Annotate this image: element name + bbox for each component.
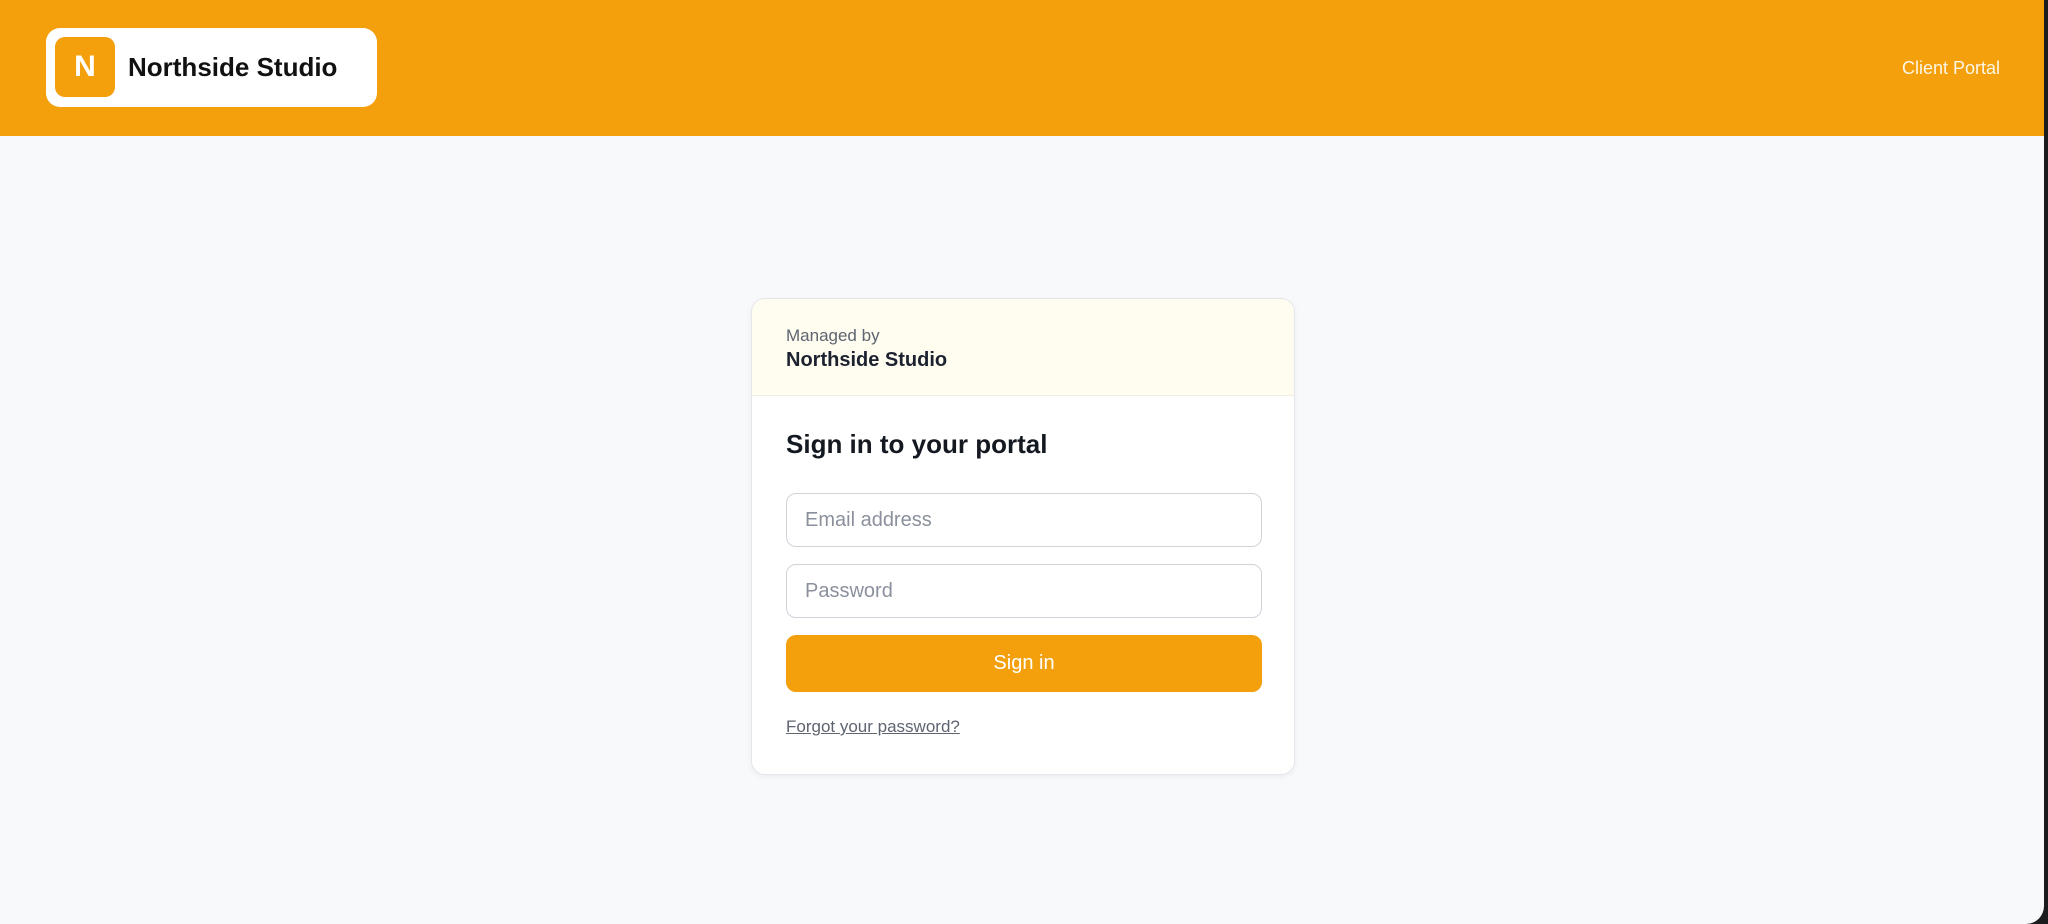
email-field[interactable]: [786, 493, 1262, 547]
forgot-password-link[interactable]: Forgot your password?: [786, 717, 960, 737]
managed-by-label: Managed by: [786, 326, 880, 345]
sign-in-card: Managed by Northside Studio Sign in to y…: [751, 298, 1295, 775]
managed-by-panel: Managed by Northside Studio: [752, 299, 1294, 396]
page-title: Sign in to your portal: [786, 429, 1048, 459]
password-field[interactable]: [786, 564, 1262, 618]
brand-mark-icon: N: [55, 37, 115, 97]
brand-name: Northside Studio: [128, 52, 338, 82]
sign-in-button[interactable]: Sign in: [786, 635, 1262, 692]
managed-by-name: Northside Studio: [786, 349, 948, 371]
top-bar: N Northside Studio Client Portal: [0, 0, 2044, 136]
browser-viewport: N Northside Studio Client Portal Managed…: [0, 0, 2044, 924]
brand-logo[interactable]: N Northside Studio: [46, 28, 377, 107]
client-portal-link[interactable]: Client Portal: [1902, 0, 2000, 136]
